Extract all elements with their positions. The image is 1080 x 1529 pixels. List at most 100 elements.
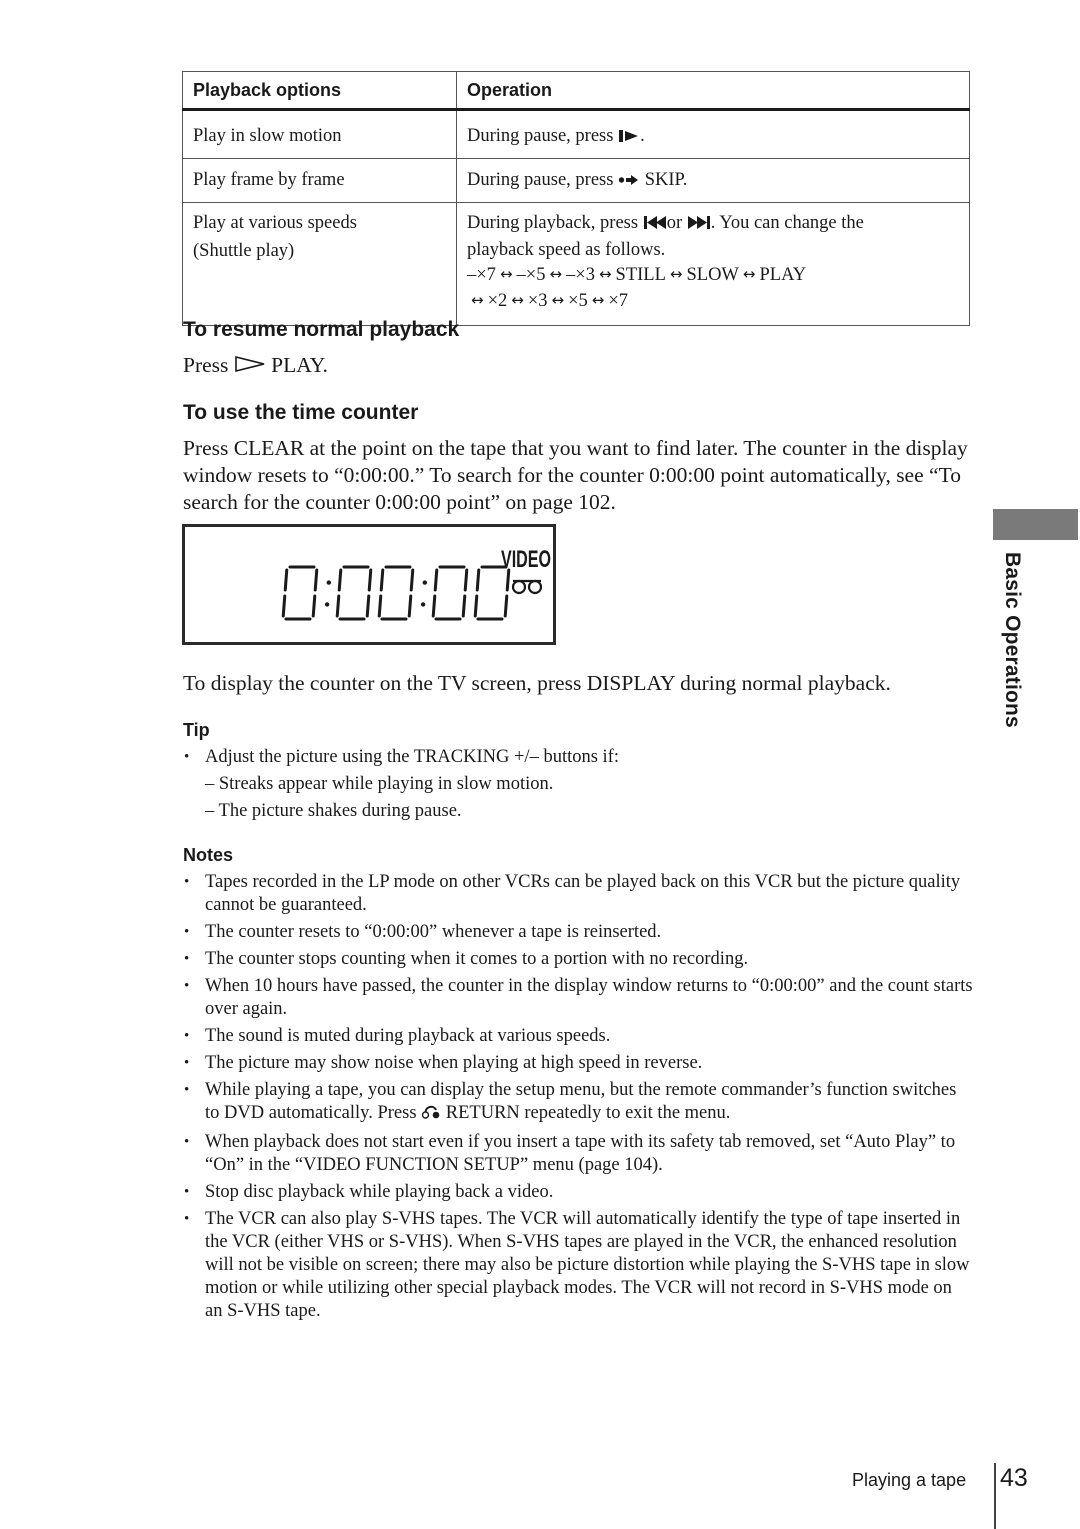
bullet: • <box>184 1184 190 1200</box>
speed-sequence-line-1: –×7 ↔ –×5 ↔ –×3 ↔ STILL ↔ SLOW ↔ PLAY <box>467 262 959 288</box>
resume-text-end: PLAY. <box>271 353 328 377</box>
list-item: • When playback does not start even if yo… <box>183 1131 973 1177</box>
double-arrow-icon: ↔ <box>511 290 524 309</box>
section-tab-bar <box>993 509 1078 540</box>
resume-text: Press <box>183 353 229 377</box>
bullet: • <box>184 1211 190 1227</box>
double-arrow-icon: ↔ <box>551 290 565 309</box>
note-text: The picture may show noise when playing … <box>205 1053 703 1073</box>
bullet: • <box>184 1055 190 1071</box>
list-item: • The counter resets to “0:00:00” wheneve… <box>183 921 973 944</box>
list-item: • The counter stops counting when it come… <box>183 948 973 971</box>
lcd-digit <box>335 565 373 621</box>
lcd-colon <box>324 580 331 607</box>
tape-icon <box>511 579 543 595</box>
list-item: • Tapes recorded in the LP mode on other … <box>183 871 973 917</box>
double-arrow-icon: ↔ <box>742 265 756 283</box>
return-icon <box>421 1104 441 1127</box>
tip-text: Adjust the picture using the TRACKING +/… <box>205 747 619 767</box>
double-arrow-icon: ↔ <box>499 265 513 283</box>
footer-divider <box>994 1463 996 1529</box>
bullet: • <box>184 874 190 890</box>
note-text: Stop disc playback while playing back a … <box>205 1182 554 1202</box>
option-cell: Play at various speeds (Shuttle play) <box>182 202 457 326</box>
list-item: • Adjust the picture using the TRACKING +… <box>183 746 973 769</box>
double-arrow-icon: ↔ <box>471 290 484 309</box>
operation-text: During playback, press <box>467 213 639 233</box>
bullet: • <box>184 951 190 967</box>
speed-step: –×5 <box>516 265 546 285</box>
tip-heading: Tip <box>183 720 210 740</box>
table-row: Play in slow motion During pause, press … <box>182 109 970 159</box>
resume-instruction: Press PLAY. <box>183 352 973 380</box>
list-item: • When 10 hours have passed, the counter … <box>183 975 973 1021</box>
double-arrow-icon: ↔ <box>549 265 563 283</box>
option-cell: Play in slow motion <box>182 109 457 159</box>
speed-step: –×7 <box>467 265 496 285</box>
operation-cell: During pause, press . <box>456 109 970 159</box>
operation-text-end: . You can change the <box>710 213 864 233</box>
lcd-digit <box>431 565 469 621</box>
operation-text: During pause, press <box>467 170 614 190</box>
option-cell: Play frame by frame <box>182 158 457 203</box>
lcd-colon <box>420 580 427 607</box>
tip-subitem: – Streaks appear while playing in slow m… <box>205 774 554 794</box>
note-text: When playback does not start even if you… <box>205 1132 956 1175</box>
speed-step: –×3 <box>566 265 595 285</box>
list-item: • The VCR can also play S-VHS tapes. The … <box>183 1208 973 1323</box>
bullet: • <box>184 978 190 994</box>
speed-step: ×7 <box>608 290 629 311</box>
note-text: The counter resets to “0:00:00” whenever… <box>205 922 662 942</box>
slow-play-icon <box>618 126 640 150</box>
list-item: • Stop disc playback while playing back a… <box>183 1181 973 1204</box>
bullet: • <box>184 924 190 940</box>
speed-step: ×2 <box>487 290 508 311</box>
next-icon <box>687 213 711 238</box>
counter-display-illustration: VIDEO <box>182 524 556 645</box>
page-number: 43 <box>1000 1464 1028 1492</box>
manual-page: Playback options Operation Play in slow … <box>0 0 1080 1529</box>
speed-step: ×5 <box>568 290 588 311</box>
double-arrow-icon: ↔ <box>591 290 605 309</box>
note-text-tail: RETURN repeatedly to exit the menu. <box>445 1103 731 1123</box>
list-item: • While playing a tape, you can display t… <box>183 1079 973 1127</box>
list-item: • The sound is muted during playback at v… <box>183 1025 973 1048</box>
bullet: • <box>184 1082 190 1098</box>
lcd-readout: VIDEO <box>281 546 551 621</box>
header-playback-options: Playback options <box>182 71 457 111</box>
note-text: The VCR can also play S-VHS tapes. The V… <box>205 1209 970 1321</box>
operation-cell: During pause, press SKIP. <box>456 158 970 203</box>
resume-heading: To resume normal playback <box>183 318 460 341</box>
lcd-digit <box>281 565 319 621</box>
operation-line: playback speed as follows. <box>467 239 666 260</box>
operation-text-end: SKIP. <box>644 170 688 190</box>
speed-step: PLAY <box>759 265 807 285</box>
lcd-digit <box>473 565 511 621</box>
speed-sequence-line-2: ↔ ×2 ↔ ×3 ↔ ×5 ↔ ×7 <box>467 288 959 314</box>
notes-heading: Notes <box>183 845 234 865</box>
section-tab-label: Basic Operations <box>1001 552 1024 728</box>
note-text: The sound is muted during playback at va… <box>205 1026 611 1046</box>
tv-display-paragraph: To display the counter on the TV screen,… <box>183 671 891 695</box>
bullet: • <box>184 749 190 765</box>
option-line: (Shuttle play) <box>193 240 295 261</box>
double-arrow-icon: ↔ <box>669 265 683 283</box>
footer-section-title: Playing a tape <box>852 1470 967 1490</box>
bullet: • <box>184 1028 190 1044</box>
operation-text-end: . <box>640 126 645 146</box>
table-row: Play at various speeds (Shuttle play) Du… <box>182 202 970 326</box>
note-text: When 10 hours have passed, the counter i… <box>205 976 973 1019</box>
tip-subitem: – The picture shakes during pause. <box>205 801 462 821</box>
double-arrow-icon: ↔ <box>598 265 612 283</box>
counter-heading: To use the time counter <box>183 401 419 424</box>
previous-icon <box>643 213 667 238</box>
list-item: • The picture may show noise when playing… <box>183 1052 973 1075</box>
speed-step: STILL <box>615 265 666 285</box>
table-row: Play frame by frame During pause, press … <box>182 158 970 203</box>
skip-icon <box>618 170 640 194</box>
operation-or: or <box>666 213 683 233</box>
note-text: Tapes recorded in the LP mode on other V… <box>205 872 961 915</box>
operation-cell: During playback, press or . You can chan… <box>456 202 970 326</box>
playback-options-table: Playback options Operation Play in slow … <box>182 71 970 326</box>
operation-text: During pause, press <box>467 126 614 146</box>
